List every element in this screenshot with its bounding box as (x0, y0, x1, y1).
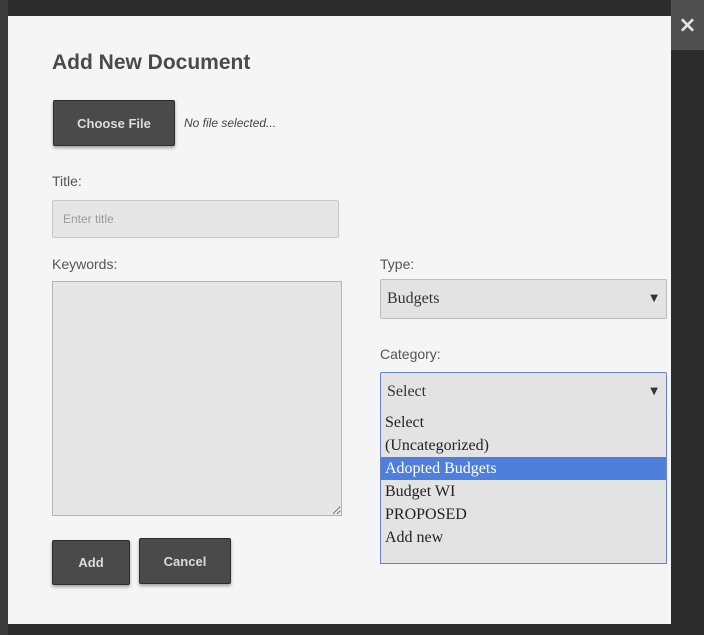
type-selected-value: Budgets (387, 290, 440, 307)
category-option-add-new[interactable]: Add new (381, 526, 666, 549)
page-backdrop (0, 0, 8, 635)
close-button[interactable]: × (671, 0, 704, 50)
type-select[interactable]: Budgets ▼ (380, 279, 667, 319)
category-option-uncategorized[interactable]: (Uncategorized) (381, 434, 666, 457)
keywords-textarea[interactable] (52, 281, 342, 516)
chevron-down-icon: ▼ (650, 386, 658, 397)
title-input[interactable] (52, 200, 339, 238)
type-label: Type: (380, 256, 415, 272)
add-document-modal: Add New Document Choose File No file sel… (8, 16, 671, 624)
title-label: Title: (52, 173, 82, 189)
category-option-budget-wi[interactable]: Budget WI (381, 480, 666, 503)
category-option-proposed[interactable]: PROPOSED (381, 503, 666, 526)
category-selected-value: Select (387, 383, 427, 400)
choose-file-button[interactable]: Choose File (53, 100, 175, 146)
file-status-text: No file selected... (184, 116, 277, 130)
category-dropdown-list: Select (Uncategorized) Adopted Budgets B… (380, 411, 667, 564)
category-option-select[interactable]: Select (381, 411, 666, 434)
keywords-label: Keywords: (52, 256, 118, 272)
add-button[interactable]: Add (52, 540, 130, 585)
modal-title: Add New Document (52, 51, 251, 74)
category-option-adopted-budgets[interactable]: Adopted Budgets (381, 457, 666, 480)
chevron-down-icon: ▼ (650, 293, 658, 304)
cancel-button[interactable]: Cancel (139, 538, 231, 584)
close-icon: × (678, 12, 697, 38)
category-select[interactable]: Select ▼ (380, 372, 667, 412)
category-label: Category: (380, 346, 441, 362)
